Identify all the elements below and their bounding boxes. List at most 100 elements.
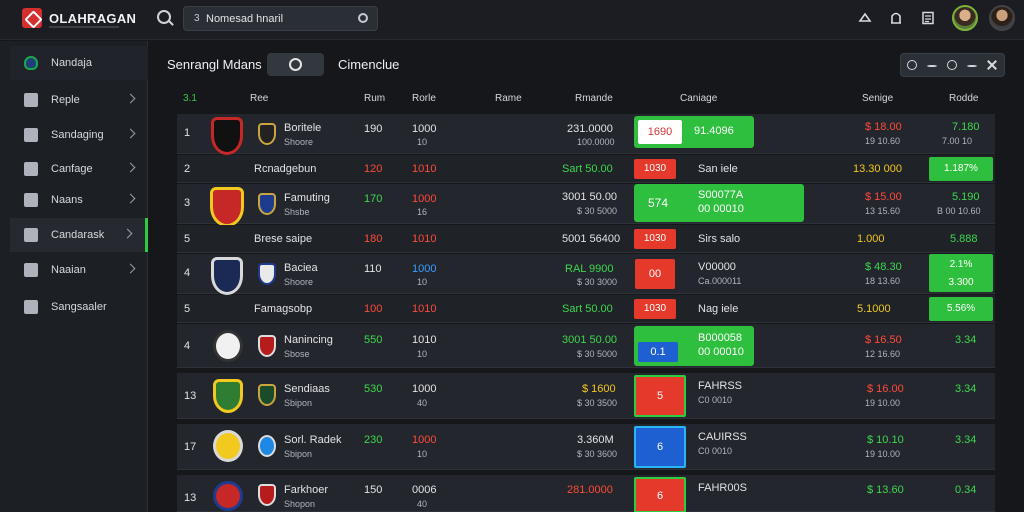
sidebar-item-sandaging[interactable]: Sandaging [10, 118, 148, 152]
form-pill[interactable]: 0.1 B000058 00 00010 [634, 326, 754, 366]
value-g-box[interactable]: 2.1% 3.300 [929, 254, 993, 292]
filter-icon[interactable] [907, 60, 917, 70]
table-row[interactable]: 13 Sendiaas Sbipon 530 1000 40 $ 1600 $ … [177, 373, 995, 419]
table-row[interactable]: 4 Nanincing Sbose 550 1010 10 3001 50.00… [177, 324, 995, 368]
sidebar-item-label: Naaian [51, 264, 86, 276]
form-box[interactable]: 6 [634, 477, 686, 512]
value-b: 1000 [412, 383, 437, 395]
value-a: 100 [364, 303, 383, 315]
minus-icon[interactable] [927, 65, 937, 67]
page-icon [24, 93, 38, 107]
value-c: 231.0000 [567, 123, 613, 135]
form-box: 0.1 [638, 342, 678, 362]
search-icon[interactable] [157, 10, 171, 24]
close-icon[interactable] [987, 60, 997, 70]
col-header-e[interactable]: Caniage [680, 93, 717, 104]
value-f-sub: 13 15.60 [865, 206, 901, 216]
table-row[interactable]: 13 Farkhoer Shopon 150 0006 40 281.0000 … [177, 475, 995, 512]
soccer-ball-icon[interactable] [858, 11, 872, 25]
collapse-icon[interactable] [967, 65, 977, 67]
value-b: 1010 [412, 163, 437, 175]
rank: 1 [184, 127, 191, 139]
value-a: 190 [364, 123, 383, 135]
sidebar-item-naans[interactable]: Naans [10, 183, 148, 217]
form-box: 574 [648, 196, 669, 210]
sidebar-item-label: Naans [51, 194, 83, 206]
sidebar-item-label: Nandaja [51, 57, 92, 69]
team-sub: Shopon [284, 499, 316, 509]
col-header-g[interactable]: Rodde [949, 93, 978, 104]
app-logo-icon[interactable] [22, 8, 42, 28]
team-crest-icon [213, 330, 243, 362]
sidebar-item-sangsaaler[interactable]: Sangsaaler [10, 290, 148, 324]
col-header-f[interactable]: Senige [862, 93, 893, 104]
rank: 4 [184, 267, 191, 279]
value-c: 3.360M [577, 434, 614, 446]
value-b: 0006 [412, 484, 437, 496]
col-header-rank[interactable]: 3.1 [183, 93, 197, 104]
table-row[interactable]: 4 Baciea Shoore 110 1000 10 RAL 9900 $ 3… [177, 254, 995, 295]
value-g-box[interactable]: 5.56% [929, 297, 993, 321]
notification-bell-icon[interactable] [889, 11, 903, 25]
col-header-b[interactable]: Rorle [412, 93, 436, 104]
rank: 3 [184, 197, 191, 209]
value-b-sub: 10 [417, 349, 428, 359]
table-row[interactable]: 2 Rcnadgebun 120 1010 Sart 50.00 1030 Sa… [177, 155, 995, 183]
value-a: 170 [364, 193, 383, 205]
table-row[interactable]: 5 Brese saipe 180 1010 5001 56400 1030 S… [177, 225, 995, 253]
club-crest-icon [24, 56, 38, 70]
search-input[interactable]: 3 Nomesad hnaril [183, 6, 378, 31]
grid-icon [24, 228, 38, 242]
search-submit-icon[interactable] [358, 13, 368, 23]
value-c: 5001 56400 [562, 233, 621, 245]
table-row[interactable]: 5 Famagsobp 100 1010 Sart 50.00 1030 Nag… [177, 295, 995, 323]
avatar[interactable] [952, 5, 978, 31]
value-f-sub: 12 16.60 [865, 349, 901, 359]
chevron-right-icon [125, 193, 136, 204]
mini-text: Nag iele [698, 303, 739, 315]
avatar-secondary[interactable] [989, 5, 1015, 31]
form-text: 91.4096 [694, 125, 734, 137]
sidebar-item-reple[interactable]: Reple [10, 83, 148, 117]
sidebar-item-naaian[interactable]: Naaian [10, 253, 148, 287]
sidebar-item-label: Canfage [51, 163, 93, 175]
value-b-sub: 10 [417, 277, 428, 287]
mini-box[interactable]: 1030 [634, 299, 676, 319]
form-pill[interactable]: 1690 91.4096 [634, 116, 754, 148]
table-row[interactable]: 3 Famuting Shsbe 170 1000 16 3001 50.00 … [177, 184, 995, 227]
table-row[interactable]: 1 Boritele Shoore 190 1000 10 231.0000 1… [177, 114, 995, 155]
value-c-sub: $ 30 3000 [577, 277, 618, 287]
form-box[interactable]: 00 [635, 259, 675, 289]
sidebar-item-candarask[interactable]: Candarask [10, 218, 148, 252]
value-g-box[interactable]: 1.187% [929, 157, 993, 181]
sub-crest-icon [258, 484, 276, 506]
sub-crest-icon [258, 193, 276, 215]
team-name: Famuting [284, 192, 330, 204]
team-name: Farkhoer [284, 484, 329, 496]
settings-icon [24, 263, 38, 277]
table-row[interactable]: 17 Sorl. Radek Sbipon 230 1000 10 3.360M… [177, 424, 995, 470]
sidebar-item-nandaja[interactable]: Nandaja [10, 46, 148, 80]
value-f: $ 13.60 [867, 484, 904, 496]
form-box[interactable]: 6 [634, 426, 686, 468]
sidebar-item-canfage[interactable]: Canfage [10, 152, 148, 186]
clipboard-icon[interactable] [921, 11, 935, 25]
main-search-button[interactable] [267, 53, 324, 76]
brand-underline [49, 26, 119, 28]
col-header-team[interactable]: Ree [250, 93, 268, 104]
value-c: 3001 50.00 [562, 191, 618, 203]
value-b: 1000 [412, 193, 437, 205]
col-header-c[interactable]: Rame [495, 93, 522, 104]
chevron-right-icon [122, 228, 133, 239]
form-box[interactable]: 5 [634, 375, 686, 417]
col-header-d[interactable]: Rmande [575, 93, 613, 104]
team-crest-icon [210, 187, 244, 227]
col-header-a[interactable]: Rum [364, 93, 385, 104]
value-c: 3001 50.00 [562, 334, 618, 346]
form-pill[interactable]: 574 S00077A 00 00010 [634, 184, 804, 222]
sidebar-item-label: Sangsaaler [51, 301, 107, 313]
team-sub: Sbose [284, 349, 310, 359]
mini-box[interactable]: 1030 [634, 159, 676, 179]
mini-box[interactable]: 1030 [634, 229, 676, 249]
zoom-icon[interactable] [947, 60, 957, 70]
